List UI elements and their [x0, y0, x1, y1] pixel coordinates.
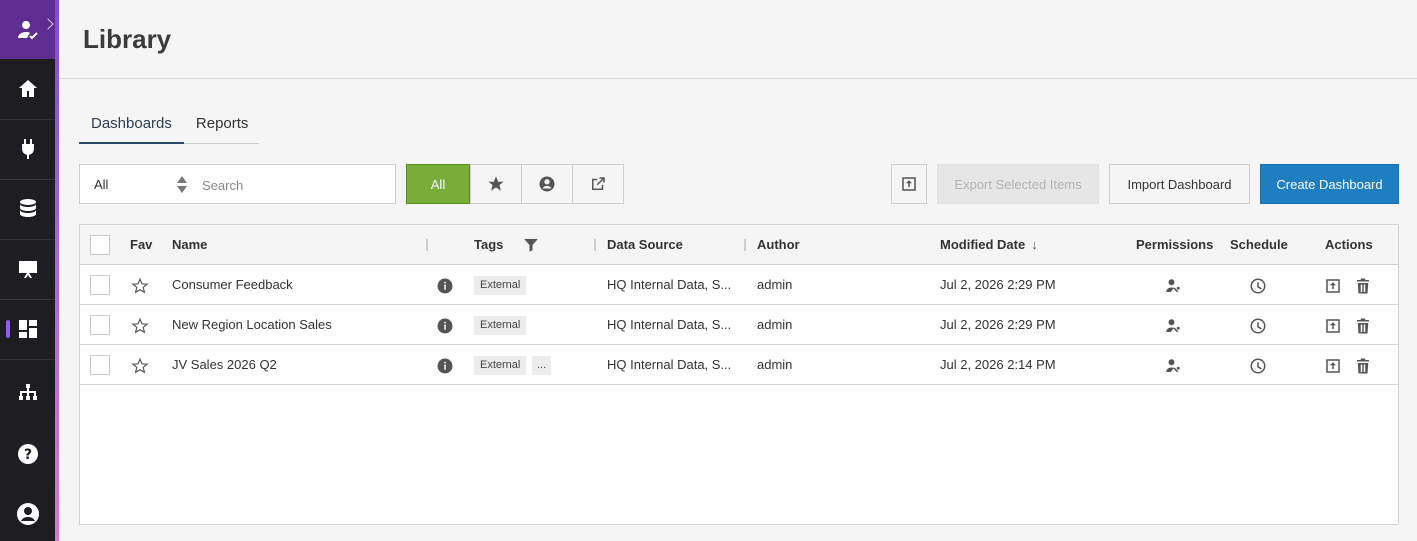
sidebar-item-help[interactable]: ? [0, 424, 55, 484]
permissions-icon[interactable] [1164, 277, 1182, 295]
tag-badge: External [474, 316, 527, 335]
row-checkbox[interactable] [90, 315, 110, 335]
user-circle-icon [16, 503, 39, 525]
table-row[interactable]: JV Sales 2026 Q2 External ... HQ Interna… [80, 345, 1398, 385]
row-data-source: HQ Internal Data, S... [607, 277, 732, 292]
dashboards-table: Fav Name Tags Data Source Author Modifie… [79, 224, 1399, 525]
row-author: admin [757, 317, 793, 332]
clock-icon[interactable] [1249, 277, 1267, 295]
external-link-icon [592, 177, 605, 190]
select-all-checkbox[interactable] [90, 235, 110, 255]
column-schedule: Schedule [1230, 237, 1288, 252]
star-icon [488, 176, 504, 191]
clock-icon[interactable] [1249, 357, 1267, 375]
row-data-source: HQ Internal Data, S... [607, 357, 732, 372]
row-author: admin [757, 277, 793, 292]
chevron-right-icon [42, 18, 54, 30]
column-data-source[interactable]: Data Source [607, 225, 683, 265]
user-switch-button[interactable] [0, 0, 55, 59]
import-dashboard-button[interactable]: Import Dashboard [1109, 164, 1250, 204]
filter-favorites-button[interactable] [470, 165, 521, 203]
row-modified: Jul 2, 2026 2:29 PM [940, 277, 1056, 292]
column-actions: Actions [1325, 237, 1373, 252]
column-modified-date[interactable]: Modified Date ↓ [940, 225, 1038, 265]
row-name[interactable]: Consumer Feedback [172, 265, 293, 305]
table-row[interactable]: New Region Location Sales External HQ In… [80, 305, 1398, 345]
home-icon [18, 80, 37, 97]
column-permissions: Permissions [1136, 237, 1214, 252]
sidebar-item-home[interactable] [0, 59, 55, 119]
sidebar-item-presentation[interactable] [0, 239, 55, 299]
row-data-source: HQ Internal Data, S... [607, 317, 732, 332]
tag-badge: External [474, 356, 527, 375]
export-icon [902, 177, 916, 191]
export-icon[interactable] [1324, 317, 1342, 335]
create-dashboard-button[interactable]: Create Dashboard [1260, 164, 1399, 204]
info-icon[interactable] [436, 277, 454, 295]
info-icon[interactable] [436, 357, 454, 375]
tab-bar: Dashboards Reports [79, 110, 259, 144]
help-circle-icon: ? [17, 444, 38, 464]
trash-icon[interactable] [1354, 317, 1372, 335]
plug-icon [21, 139, 34, 159]
sidebar-accent-bar [55, 0, 59, 541]
row-modified: Jul 2, 2026 2:14 PM [940, 357, 1056, 372]
dashboard-icon [18, 320, 37, 338]
info-icon[interactable] [436, 317, 454, 335]
export-icon-button[interactable] [891, 164, 927, 204]
trash-icon[interactable] [1354, 357, 1372, 375]
sidebar-item-data[interactable] [0, 179, 55, 239]
column-fav: Fav [130, 237, 153, 252]
column-modified-date-label: Modified Date [940, 237, 1026, 252]
svg-text:?: ? [23, 447, 31, 463]
page-header: Library [59, 0, 1417, 79]
filter-mine-button[interactable] [521, 165, 572, 203]
select-arrows-icon[interactable] [176, 176, 188, 194]
permissions-icon[interactable] [1164, 357, 1182, 375]
export-icon[interactable] [1324, 357, 1342, 375]
star-outline-icon[interactable] [131, 277, 149, 295]
sort-down-icon: ↓ [1031, 237, 1038, 252]
sitemap-icon [18, 384, 37, 400]
tab-reports[interactable]: Reports [184, 110, 261, 144]
row-name[interactable]: JV Sales 2026 Q2 [172, 345, 277, 385]
filter-shared-button[interactable] [572, 165, 623, 203]
search-filter-box: All [79, 164, 396, 204]
row-name[interactable]: New Region Location Sales [172, 305, 332, 345]
filter-button-group: All [406, 164, 624, 204]
clock-icon[interactable] [1249, 317, 1267, 335]
sidebar-item-account[interactable] [0, 484, 55, 541]
permissions-icon[interactable] [1164, 317, 1182, 335]
sidebar-item-hierarchy[interactable] [0, 364, 55, 424]
star-outline-icon[interactable] [131, 357, 149, 375]
table-row[interactable]: Consumer Feedback External HQ Internal D… [80, 265, 1398, 305]
user-check-icon [17, 20, 38, 39]
more-tags-badge[interactable]: ... [532, 356, 552, 375]
sidebar: ? [0, 0, 55, 541]
search-input[interactable] [202, 173, 382, 197]
row-modified: Jul 2, 2026 2:29 PM [940, 317, 1056, 332]
user-circle-icon [539, 176, 555, 192]
sidebar-item-connections[interactable] [0, 119, 55, 179]
table-header: Fav Name Tags Data Source Author Modifie… [80, 225, 1398, 265]
trash-icon[interactable] [1354, 277, 1372, 295]
filter-all-button[interactable]: All [406, 164, 470, 204]
star-outline-icon[interactable] [131, 317, 149, 335]
row-author: admin [757, 357, 793, 372]
row-checkbox[interactable] [90, 355, 110, 375]
row-checkbox[interactable] [90, 275, 110, 295]
tag-badge: External [474, 276, 527, 295]
column-name[interactable]: Name [172, 225, 207, 265]
database-icon [19, 199, 36, 217]
sidebar-item-dashboards[interactable] [0, 299, 55, 359]
export-icon[interactable] [1324, 277, 1342, 295]
presentation-icon [18, 261, 37, 278]
column-tags[interactable]: Tags [474, 225, 503, 265]
filter-icon[interactable] [522, 236, 540, 254]
tab-dashboards[interactable]: Dashboards [79, 110, 184, 144]
column-author[interactable]: Author [757, 225, 800, 265]
export-selected-button[interactable]: Export Selected Items [937, 164, 1099, 204]
type-select[interactable]: All [94, 177, 108, 192]
page-title: Library [83, 24, 172, 54]
